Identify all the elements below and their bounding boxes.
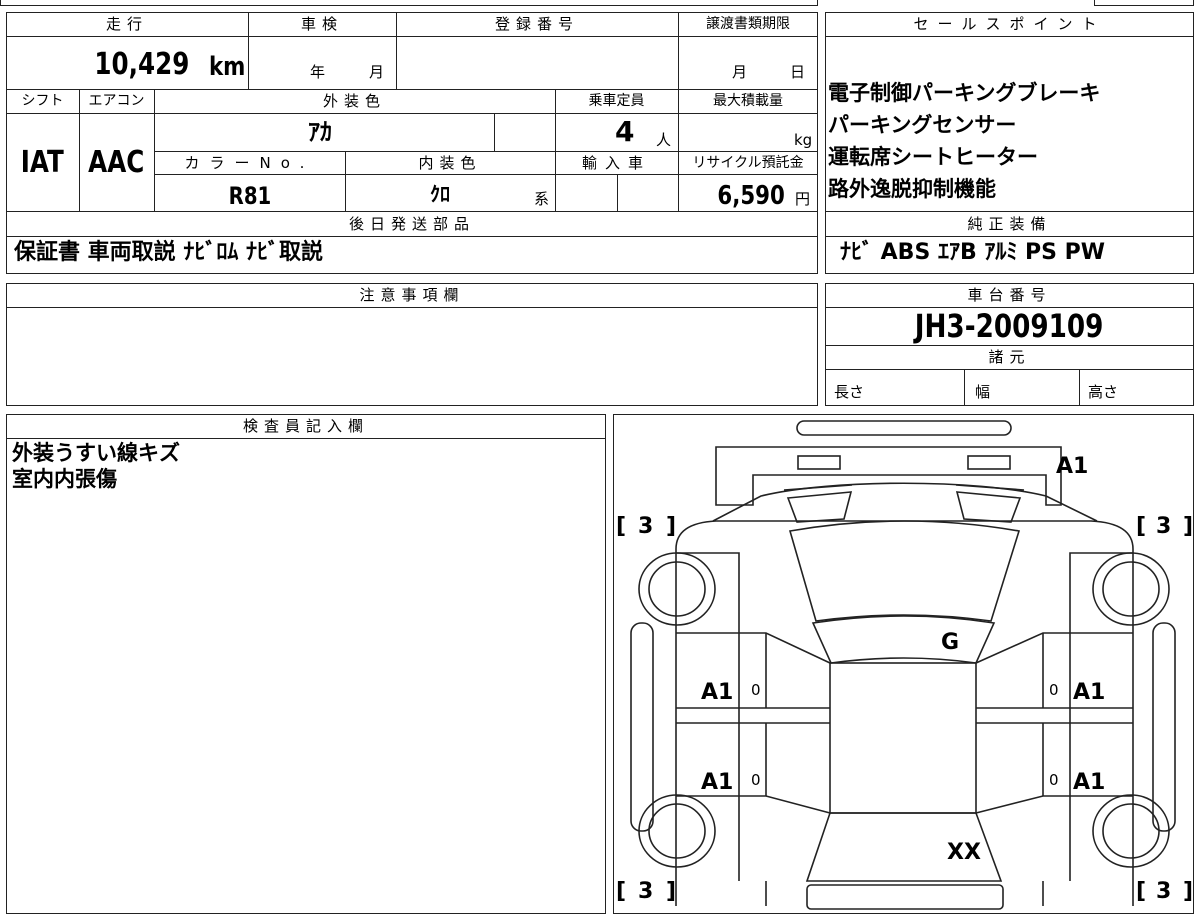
capacity-header: 乗車定員 [588,93,645,109]
tire-right-top: 3 [1156,514,1171,539]
inspection-month-unit: 月 [369,63,385,81]
color-no-value: R81 [228,182,271,210]
bracket-close: ] [1183,514,1193,539]
windshield-mark: G [941,630,959,655]
tire-left-top: 3 [638,514,653,539]
sales-points-header: セールスポイント [913,15,1106,33]
max-load-header: 最大積載量 [713,93,783,109]
later-parts-value: 保証書 車両取説 ﾅﾋﾞﾛﾑ ﾅﾋﾞ取説 [14,240,323,265]
car-body-diagram: [ 3 ] [ 3 ] [ 3 ] [ 3 ] A1 G A1 A1 A1 A1… [616,420,1193,910]
chassis-no-header: 車台番号 [967,286,1052,304]
import-header: 輸入車 [581,154,651,172]
specs-header: 諸元 [988,348,1031,366]
sales-point-item: 電子制御パーキングブレーキ [828,81,1101,105]
capacity-unit: 人 [656,131,672,149]
sales-point-item: パーキングセンサー [828,113,1017,137]
top-fragment-strip [0,0,818,6]
interior-color-value: ｸﾛ [430,182,450,206]
door-handle-mark: 0 [1049,681,1059,699]
inspection-year-unit: 年 [310,63,326,81]
capacity-value: 4 [615,115,635,148]
sales-point-item: 路外逸脱抑制機能 [828,177,996,201]
bracket-open: [ [616,879,626,904]
car-diagram-box: [ 3 ] [ 3 ] [ 3 ] [ 3 ] A1 G A1 A1 A1 A1… [613,414,1194,914]
aircon-header: エアコン [88,93,145,109]
sales-point-item: 運転席シートヒーター [828,145,1038,169]
inspection-header: 車検 [300,15,343,33]
max-load-unit: kg [794,131,813,149]
door-handle-mark: 0 [1049,771,1059,789]
front-bumper-mark: A1 [1056,454,1088,479]
shift-value: IAT [20,145,65,180]
mileage-unit: km [208,52,246,82]
mileage-header: 走行 [105,15,148,33]
interior-color-header: 内装色 [418,154,482,172]
right-front-door-mark: A1 [1073,680,1105,705]
interior-color-suffix: 系 [534,190,550,208]
left-front-door-mark: A1 [701,680,733,705]
genuine-equipment-value: ﾅﾋﾞ ABS ｴｱB ｱﾙﾐ PS PW [840,240,1106,265]
deadline-month-unit: 月 [732,63,748,81]
inspector-note: 室内内張傷 [12,467,117,491]
rear-mark: XX [947,840,981,865]
genuine-equipment-header: 純正装備 [967,215,1052,233]
tire-right-bottom: 3 [1156,879,1171,904]
bracket-open: [ [616,514,626,539]
spec-length: 長さ [834,383,865,401]
top-fragment-right [1094,0,1194,6]
mileage-value: 10,429 [94,47,190,82]
recycle-fee-header: リサイクル預託金 [692,155,804,171]
later-parts-header: 後日発送部品 [348,215,475,233]
exterior-color-header: 外装色 [322,92,386,110]
recycle-fee-value: 6,590 [717,181,785,211]
aircon-value: AAC [88,145,145,180]
left-rear-door-mark: A1 [701,770,733,795]
bracket-open: [ [1136,514,1146,539]
spec-height: 高さ [1088,383,1119,401]
recycle-fee-unit: 円 [795,190,811,208]
inspector-note: 外装うすい線キズ [12,441,180,465]
bracket-close: ] [666,879,676,904]
spec-width: 幅 [975,383,991,401]
door-handle-mark: 0 [751,771,761,789]
color-no-header: カラーNo. [184,154,315,172]
exterior-color-value: ｱｶ [308,118,332,146]
inspector-header: 検査員記入欄 [242,417,369,435]
bracket-open: [ [1136,879,1146,904]
notes-header: 注意事項欄 [359,286,465,304]
chassis-no-value: JH3-2009109 [915,307,1104,345]
right-rear-door-mark: A1 [1073,770,1105,795]
bracket-close: ] [666,514,676,539]
registration-no-header: 登録番号 [494,15,579,33]
deadline-day-unit: 日 [790,63,806,81]
doc-deadline-header: 譲渡書類期限 [706,16,790,32]
door-handle-mark: 0 [751,681,761,699]
shift-header: シフト [21,93,64,109]
bracket-close: ] [1183,879,1193,904]
tire-left-bottom: 3 [638,879,653,904]
